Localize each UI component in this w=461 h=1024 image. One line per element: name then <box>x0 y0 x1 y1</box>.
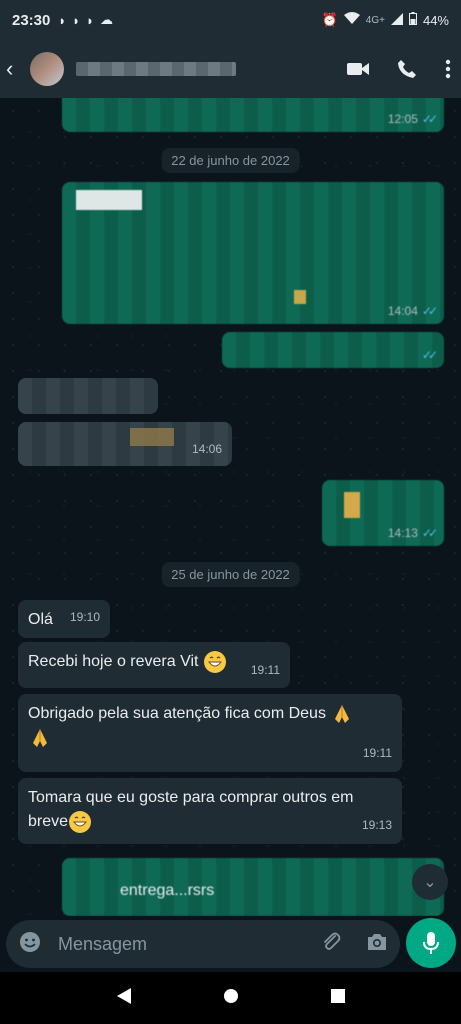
cloud-icon: ☁ <box>99 12 113 27</box>
scroll-down-button[interactable]: ⌄ <box>412 864 448 900</box>
date-separator: 25 de junho de 2022 <box>161 562 300 587</box>
message-text-line: Tomara que eu goste para comprar outros … <box>28 789 354 806</box>
grinning-emoji-icon <box>203 651 226 673</box>
status-time: 23:30 <box>12 11 51 29</box>
redaction-block <box>76 190 142 210</box>
message-time: 19:11 <box>362 746 392 760</box>
mic-button[interactable] <box>406 918 456 968</box>
chat-header: ‹ <box>0 40 461 98</box>
message-incoming-redacted[interactable]: 14:06 <box>18 422 232 466</box>
date-separator: 22 de junho de 2022 <box>161 148 300 173</box>
emoji-redacted <box>130 428 174 446</box>
contact-name-redacted[interactable] <box>76 62 236 76</box>
notification-icon: ◗ <box>86 12 94 28</box>
message-text-line: breve <box>28 813 69 831</box>
message-incoming[interactable]: Obrigado pela sua atenção fica com Deus … <box>18 694 402 772</box>
message-incoming-redacted[interactable] <box>18 378 158 414</box>
nav-back-icon[interactable] <box>116 987 132 1010</box>
message-text: Recebi hoje o revera Vit <box>28 653 199 671</box>
message-text: Obrigado pela sua atenção fica com Deus <box>28 705 326 723</box>
wifi-icon <box>343 12 360 28</box>
message-incoming[interactable]: Recebi hoje o revera Vit 19:11 <box>18 642 290 688</box>
network-type: 4G+ <box>365 14 385 26</box>
folded-hands-emoji-icon <box>335 705 350 723</box>
phone-icon[interactable] <box>397 59 417 79</box>
camera-icon[interactable] <box>366 932 388 957</box>
folded-hands-emoji-icon <box>33 729 47 748</box>
system-nav-bar <box>0 972 461 1024</box>
status-bar: 23:30 ◗ ◗ ◗ ☁ ⏰ 4G+ 44% <box>0 0 461 40</box>
nav-recents-icon[interactable] <box>330 988 346 1009</box>
message-outgoing-redacted[interactable]: 12:05 ✓✓ <box>62 98 444 132</box>
message-outgoing-redacted[interactable]: entrega...rsrs <box>62 858 444 916</box>
nav-home-icon[interactable] <box>223 988 239 1009</box>
attach-icon[interactable] <box>320 931 342 958</box>
message-incoming[interactable]: Olá 19:10 <box>18 600 110 638</box>
read-ticks-icon: ✓✓ <box>421 304 438 318</box>
message-incoming[interactable]: Tomara que eu goste para comprar outros … <box>18 778 402 844</box>
signal-icon <box>390 12 403 28</box>
message-outgoing-redacted[interactable]: 14:13 ✓✓ <box>322 480 444 546</box>
message-input[interactable]: Mensagem <box>58 934 320 955</box>
video-call-icon[interactable] <box>347 61 369 77</box>
mic-icon <box>423 932 439 954</box>
message-outgoing-redacted[interactable]: ✓✓ <box>222 332 444 368</box>
message-text: Olá <box>28 611 53 628</box>
battery-icon <box>408 12 417 28</box>
read-ticks-icon: ✓✓ <box>421 112 438 126</box>
emoji-icon[interactable] <box>18 930 42 959</box>
alarm-icon: ⏰ <box>321 12 338 27</box>
chevron-down-icon: ⌄ <box>423 874 437 891</box>
back-arrow-icon[interactable]: ‹ <box>6 56 24 82</box>
read-ticks-icon: ✓✓ <box>421 348 438 362</box>
message-time: 19:11 <box>250 663 280 677</box>
emoji-redacted <box>344 492 360 518</box>
chat-area[interactable]: 12:05 ✓✓ 22 de junho de 2022 14:04 ✓✓ ✓✓ 1… <box>0 98 461 916</box>
emoji-redacted <box>294 290 306 304</box>
avatar[interactable] <box>30 52 64 86</box>
grinning-emoji-icon <box>69 811 92 833</box>
message-time: 19:10 <box>69 610 100 624</box>
message-text: entrega...rsrs <box>120 882 215 899</box>
read-ticks-icon: ✓✓ <box>421 526 438 540</box>
message-time: 19:13 <box>361 818 392 832</box>
battery-percent: 44% <box>422 12 449 28</box>
composer: Mensagem <box>0 916 461 972</box>
notification-icon: ◗ <box>58 12 67 28</box>
message-outgoing-redacted[interactable]: 14:04 ✓✓ <box>62 182 444 324</box>
more-vertical-icon[interactable] <box>445 59 451 79</box>
message-input-box[interactable]: Mensagem <box>6 920 400 968</box>
notification-icon: ◗ <box>72 12 81 28</box>
